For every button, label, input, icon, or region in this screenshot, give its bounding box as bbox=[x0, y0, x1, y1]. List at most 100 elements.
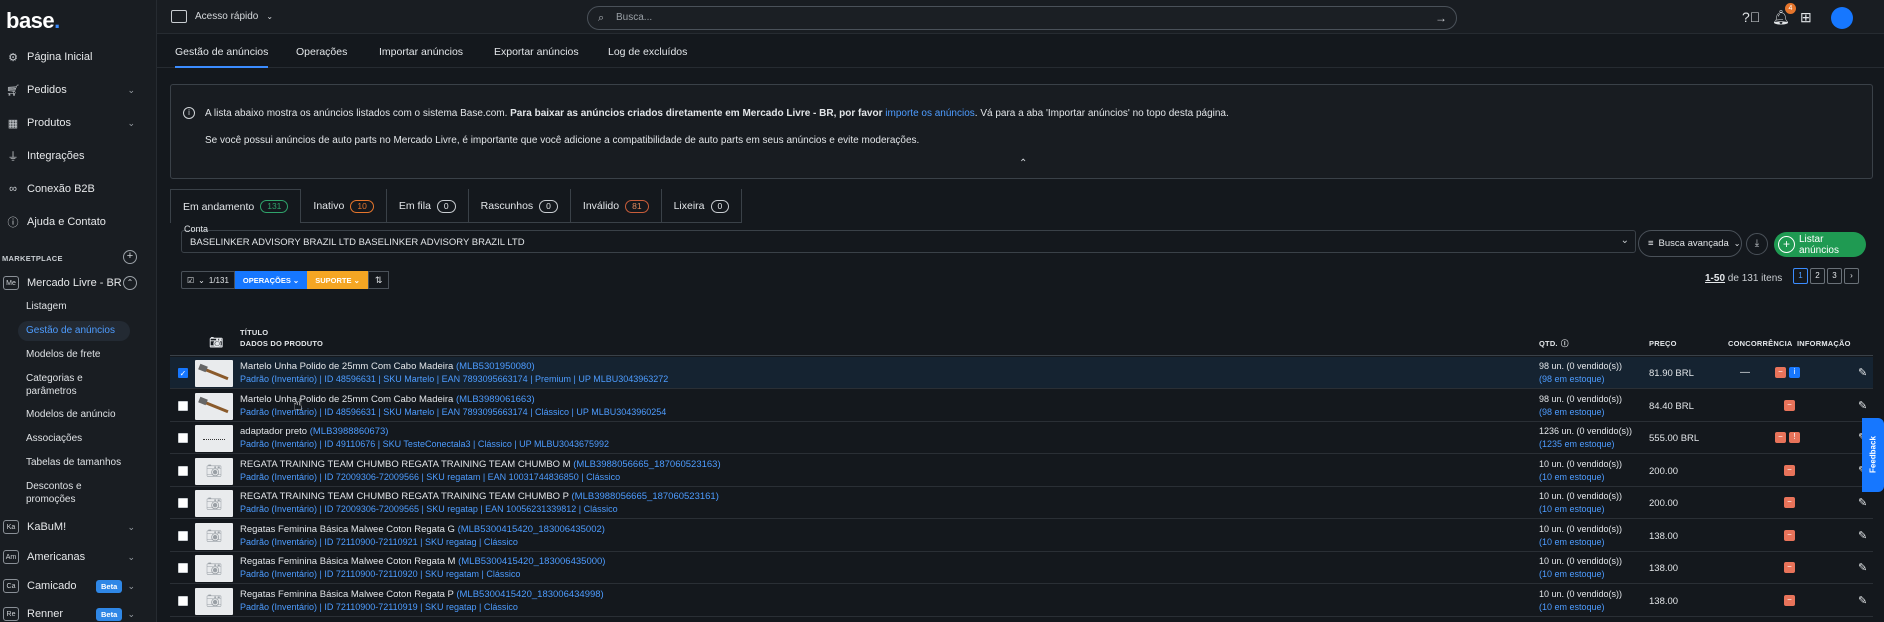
product-thumbnail[interactable] bbox=[195, 425, 233, 452]
table-row[interactable]: ✓ Martelo Unha Polido de 25mm Com Cabo Ma… bbox=[170, 357, 1873, 389]
listing-details[interactable]: Padrão (Inventário) | ID 48596631 | SKU … bbox=[240, 374, 668, 384]
sidebar-sub-listagem[interactable]: Listagem bbox=[26, 301, 67, 313]
status-tab-em-andamento[interactable]: Em andamento 131 bbox=[170, 189, 302, 223]
product-thumbnail[interactable] bbox=[195, 392, 233, 420]
list-listings-button[interactable]: + Listar anúncios bbox=[1774, 232, 1866, 257]
listing-details[interactable]: Padrão (Inventário) | ID 72009306-720095… bbox=[240, 472, 620, 482]
sidebar-sub-tabelas[interactable]: Tabelas de tamanhos bbox=[26, 457, 121, 469]
table-row[interactable]: 📷︎ Regatas Feminina Básica Malwee Coton R… bbox=[170, 585, 1873, 617]
sidebar-sub-gestao[interactable]: Gestão de anúncios bbox=[18, 321, 130, 341]
listing-id[interactable]: (MLB5300415420_183006435000) bbox=[458, 556, 605, 567]
sidebar-item-help[interactable]: ⓘ Ajuda e Contato bbox=[0, 211, 156, 233]
row-checkbox[interactable]: ✓ bbox=[178, 368, 188, 378]
column-header-price[interactable]: PREÇO bbox=[1649, 339, 1677, 348]
info-icon[interactable]: i bbox=[1789, 367, 1800, 378]
product-thumbnail[interactable]: 📷︎ bbox=[195, 522, 233, 550]
product-thumbnail[interactable]: 📷︎ bbox=[195, 490, 233, 517]
search-input[interactable]: ⌕ Busca... → bbox=[587, 6, 1457, 30]
avatar[interactable] bbox=[1831, 7, 1853, 29]
status-tab-inativo[interactable]: Inativo 10 bbox=[301, 189, 387, 223]
listing-id[interactable]: (MLB3988056665_187060523163) bbox=[573, 459, 720, 470]
account-select[interactable]: BASELINKER ADVISORY BRAZIL LTD BASELINKE… bbox=[181, 230, 1636, 253]
minus-icon[interactable]: − bbox=[1784, 497, 1795, 508]
listing-stock[interactable]: (10 em estoque) bbox=[1539, 504, 1605, 514]
listing-id[interactable]: (MLB5301950080) bbox=[456, 361, 535, 372]
sidebar-item-home[interactable]: ⚙ Página Inicial bbox=[0, 46, 156, 68]
listing-id[interactable]: (MLB5300415420_183006434998) bbox=[456, 589, 603, 600]
sort-icon[interactable]: ⇅ bbox=[367, 271, 390, 289]
edit-icon[interactable]: ✎ bbox=[1858, 594, 1867, 607]
minus-icon[interactable]: − bbox=[1775, 432, 1786, 443]
listing-details[interactable]: Padrão (Inventário) | ID 72110900-721109… bbox=[240, 569, 520, 579]
row-checkbox[interactable] bbox=[178, 465, 188, 476]
edit-icon[interactable]: ✎ bbox=[1858, 496, 1867, 509]
listing-stock[interactable]: (1235 em estoque) bbox=[1539, 439, 1615, 449]
sidebar-marketplace-renner[interactable]: Re Renner Beta ⌄ bbox=[0, 603, 156, 622]
status-tab-invalido[interactable]: Inválido 81 bbox=[571, 189, 662, 223]
listing-title[interactable]: Martelo Unha Polido de 25mm Com Cabo Mad… bbox=[240, 394, 535, 405]
sidebar-sub-parametros[interactable]: parâmetros bbox=[26, 386, 77, 398]
import-link[interactable]: importe os anúncios bbox=[885, 108, 975, 119]
listing-stock[interactable]: (10 em estoque) bbox=[1539, 472, 1605, 482]
listing-id[interactable]: (MLB3988056665_187060523161) bbox=[572, 491, 719, 502]
listing-stock[interactable]: (10 em estoque) bbox=[1539, 602, 1605, 612]
listing-details[interactable]: Padrão (Inventário) | ID 72110900-721109… bbox=[240, 537, 518, 547]
listing-details[interactable]: Padrão (Inventário) | ID 72110900-721109… bbox=[240, 602, 518, 612]
tab-importar[interactable]: Importar anúncios bbox=[379, 46, 463, 58]
minus-icon[interactable]: − bbox=[1784, 464, 1795, 476]
chevron-up-icon[interactable]: ⌃ bbox=[1019, 158, 1027, 169]
sidebar-sub-associacoes[interactable]: Associações bbox=[26, 433, 82, 445]
warning-icon[interactable]: ! bbox=[1789, 432, 1800, 443]
support-button[interactable]: SUPORTE ⌄ bbox=[307, 271, 368, 289]
page-1-button[interactable]: 1 bbox=[1793, 268, 1808, 284]
gift-icon[interactable]: ⊞ bbox=[1800, 9, 1812, 26]
row-checkbox[interactable] bbox=[178, 400, 188, 411]
table-row[interactable]: Martelo Unha Polido de 25mm Com Cabo Mad… bbox=[170, 390, 1873, 422]
sidebar-marketplace-mercado-livre[interactable]: Me Mercado Livre - BR ⌃ bbox=[0, 272, 156, 294]
listing-details[interactable]: Padrão (Inventário) | ID 72009306-720095… bbox=[240, 504, 618, 514]
status-tab-em-fila[interactable]: Em fila 0 bbox=[387, 189, 469, 223]
listing-stock[interactable]: (98 em estoque) bbox=[1539, 374, 1605, 384]
listing-id[interactable]: (MLB3989061663) bbox=[456, 394, 535, 405]
minus-icon[interactable]: − bbox=[1784, 399, 1795, 411]
base-logo[interactable]: base. bbox=[6, 8, 60, 34]
sidebar-item-products[interactable]: ▦ Produtos ⌄ bbox=[0, 112, 156, 134]
row-checkbox[interactable] bbox=[178, 563, 188, 573]
sidebar-marketplace-camicado[interactable]: Ca Camicado Beta ⌄ bbox=[0, 575, 156, 597]
listing-stock[interactable]: (98 em estoque) bbox=[1539, 407, 1605, 417]
minus-icon[interactable]: − bbox=[1784, 529, 1795, 541]
pagination-range[interactable]: 1-50 bbox=[1705, 273, 1725, 284]
sidebar-sub-frete[interactable]: Modelos de frete bbox=[26, 349, 101, 361]
product-thumbnail[interactable] bbox=[195, 360, 233, 387]
page-3-button[interactable]: 3 bbox=[1827, 268, 1842, 284]
table-row[interactable]: 📷︎ Regatas Feminina Básica Malwee Coton R… bbox=[170, 520, 1873, 552]
sidebar-marketplace-kabum[interactable]: Ka KaBuM! ⌄ bbox=[0, 516, 156, 538]
listing-details[interactable]: Padrão (Inventário) | ID 48596631 | SKU … bbox=[240, 407, 666, 417]
operations-button[interactable]: OPERAÇÕES ⌄ bbox=[234, 271, 308, 289]
edit-icon[interactable]: ✎ bbox=[1858, 561, 1867, 574]
product-thumbnail[interactable]: 📷︎ bbox=[195, 555, 233, 582]
column-header-title[interactable]: TÍTULO bbox=[240, 328, 268, 337]
sidebar-item-orders[interactable]: 🛒︎ Pedidos ⌄ bbox=[0, 79, 156, 101]
listing-id[interactable]: (MLB3988860673) bbox=[310, 426, 389, 437]
quick-access-menu[interactable]: Acesso rápido ⌄ bbox=[171, 10, 273, 23]
listing-stock[interactable]: (10 em estoque) bbox=[1539, 537, 1605, 547]
row-checkbox[interactable] bbox=[178, 530, 188, 541]
listing-id[interactable]: (MLB5300415420_183006435002) bbox=[458, 524, 605, 535]
edit-icon[interactable]: ✎ bbox=[1858, 529, 1867, 542]
listing-title[interactable]: Regatas Feminina Básica Malwee Coton Reg… bbox=[240, 556, 605, 567]
row-checkbox[interactable] bbox=[178, 595, 188, 606]
listing-title[interactable]: Regatas Feminina Básica Malwee Coton Reg… bbox=[240, 524, 605, 535]
table-row[interactable]: 📷︎ REGATA TRAINING TEAM CHUMBO REGATA TRA… bbox=[170, 455, 1873, 487]
tab-log-excluidos[interactable]: Log de excluídos bbox=[608, 46, 687, 58]
add-marketplace-button[interactable]: + bbox=[123, 250, 137, 264]
next-page-button[interactable]: › bbox=[1844, 268, 1859, 284]
product-thumbnail[interactable]: 📷︎ bbox=[195, 587, 233, 615]
sidebar-sub-categorias[interactable]: Categorias e bbox=[26, 373, 83, 385]
sidebar-item-integrations[interactable]: ⏚ Integrações bbox=[0, 145, 156, 167]
listing-title[interactable]: Regatas Feminina Básica Malwee Coton Reg… bbox=[240, 589, 604, 600]
arrow-right-icon[interactable]: → bbox=[1435, 11, 1447, 25]
listing-title[interactable]: REGATA TRAINING TEAM CHUMBO REGATA TRAIN… bbox=[240, 491, 719, 502]
help-icon[interactable]: ?⃝ bbox=[1742, 9, 1760, 25]
tab-operacoes[interactable]: Operações bbox=[296, 46, 347, 58]
